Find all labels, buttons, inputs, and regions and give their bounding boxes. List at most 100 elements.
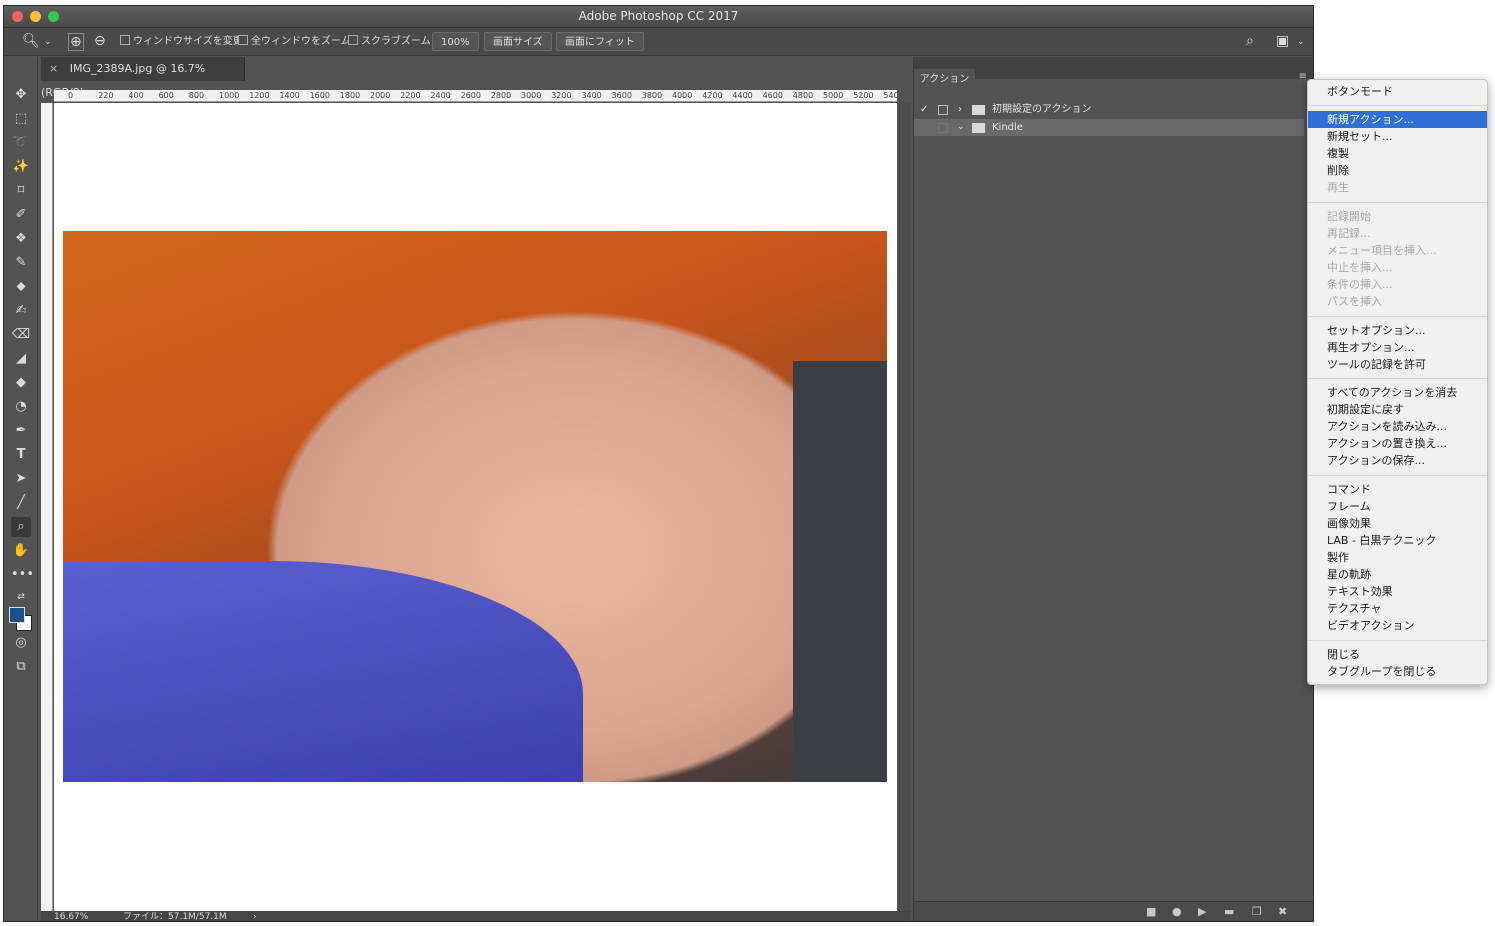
blur-tool-icon[interactable]: ◆ xyxy=(11,373,31,393)
play-icon[interactable]: ▶ xyxy=(1198,905,1206,918)
expand-chevron-icon[interactable]: › xyxy=(958,101,962,118)
fit-screen-size-button[interactable]: 画面サイズ xyxy=(484,32,552,51)
panel-menu-icon[interactable]: ≡ xyxy=(1299,71,1307,82)
record-icon[interactable]: ● xyxy=(1172,905,1182,918)
menu-item-play: 再生 xyxy=(1327,181,1349,194)
document-canvas[interactable] xyxy=(54,103,897,911)
menu-item-close[interactable]: 閉じる xyxy=(1308,646,1487,663)
menu-item-button-mode[interactable]: ボタンモード xyxy=(1308,83,1487,100)
menu-item-image-effects[interactable]: 画像効果 xyxy=(1308,515,1487,532)
menu-item-save-actions[interactable]: アクションの保存... xyxy=(1308,452,1487,469)
menu-item-duplicate[interactable]: 複製 xyxy=(1308,145,1487,162)
zoom-all-checkbox[interactable]: 全ウィンドウをズーム xyxy=(238,32,351,51)
toolbar: ✥ ⬚ ➰ ✨ ⌑ ✐ ❖ ✎ ⬥ ✍ ⌫ ◢ ◆ ◔ ✒ T ➤ ╱ ⌕ ✋ … xyxy=(4,57,38,921)
menu-item-star-trails[interactable]: 星の軌跡 xyxy=(1308,566,1487,583)
clone-stamp-tool-icon[interactable]: ⬥ xyxy=(11,277,31,297)
healing-brush-tool-icon[interactable]: ❖ xyxy=(11,229,31,249)
type-tool-icon[interactable]: T xyxy=(11,445,31,465)
menu-item-set-options[interactable]: セットオプション... xyxy=(1308,322,1487,339)
search-icon[interactable]: ⌕ xyxy=(1246,34,1254,48)
lasso-tool-icon[interactable]: ➰ xyxy=(11,133,31,153)
menu-item-reset-actions[interactable]: 初期設定に戻す xyxy=(1308,401,1487,418)
check-icon[interactable]: ✓ xyxy=(920,101,928,118)
panel-footer: ■ ● ▶ ▬ ❐ ✖ xyxy=(914,901,1313,921)
history-brush-tool-icon[interactable]: ✍ xyxy=(11,301,31,321)
fit-screen-button[interactable]: 画面にフィット xyxy=(556,32,644,51)
menu-item-replace-actions[interactable]: アクションの置き換え... xyxy=(1308,435,1487,452)
zoom-tool-icon[interactable]: ⌕ xyxy=(11,517,31,537)
ruler-tick-label: 4200 xyxy=(702,91,723,100)
pen-tool-icon[interactable]: ✒ xyxy=(11,421,31,441)
chevron-down-icon[interactable]: ⌄ xyxy=(44,35,52,49)
hand-tool-icon[interactable]: ✋ xyxy=(11,541,31,561)
jacket-area xyxy=(63,561,583,782)
eyedropper-tool-icon[interactable]: ✐ xyxy=(11,205,31,225)
menu-item-video-actions[interactable]: ビデオアクション xyxy=(1308,617,1487,634)
brush-tool-icon[interactable]: ✎ xyxy=(11,253,31,273)
menu-item-frames[interactable]: フレーム xyxy=(1308,498,1487,515)
zoom-100-button[interactable]: 100% xyxy=(432,32,479,51)
document-area: × IMG_2389A.jpg @ 16.7% (RGB/8) 0 220 400 6… xyxy=(41,57,910,921)
status-chevron-icon[interactable]: › xyxy=(253,911,257,921)
actions-panel-menu: ボタンモード 新規アクション... 新規セット... 複製 削除 再生 記録開始… xyxy=(1307,79,1488,685)
menu-item-new-set[interactable]: 新規セット... xyxy=(1308,128,1487,145)
dialog-toggle-icon[interactable] xyxy=(938,123,948,133)
vertical-scrollbar[interactable] xyxy=(898,103,910,911)
ruler-tick-label: 1000 xyxy=(219,91,240,100)
eraser-tool-icon[interactable]: ⌫ xyxy=(11,325,31,345)
horizontal-ruler: 0 220 400 600 800 1000 1200 1400 1600 1800 2000 220… xyxy=(54,90,897,102)
crop-tool-icon[interactable]: ⌑ xyxy=(11,181,31,201)
ruler-tick-label: 1400 xyxy=(279,91,300,100)
new-action-icon[interactable]: ❐ xyxy=(1252,905,1262,918)
magic-wand-tool-icon[interactable]: ✨ xyxy=(11,157,31,177)
menu-separator xyxy=(1308,475,1487,476)
workspace-chevron-icon[interactable]: ⌄ xyxy=(1297,35,1305,49)
menu-item-commands[interactable]: コマンド xyxy=(1308,481,1487,498)
menu-item-text-effects[interactable]: テキスト効果 xyxy=(1308,583,1487,600)
action-set-row[interactable]: ✓ › 初期設定のアクション xyxy=(914,101,1304,118)
trash-icon[interactable]: ✖ xyxy=(1278,905,1287,918)
line-tool-icon[interactable]: ╱ xyxy=(11,493,31,513)
menu-item-new-action[interactable]: 新規アクション... xyxy=(1308,111,1487,128)
zoom-status[interactable]: 16.67% xyxy=(54,911,88,921)
new-set-folder-icon[interactable]: ▬ xyxy=(1224,905,1234,918)
tab-actions[interactable]: アクション xyxy=(914,69,975,91)
menu-item-allow-tool-recording[interactable]: ツールの記録を許可 xyxy=(1308,356,1487,373)
more-tools-icon[interactable]: ••• xyxy=(11,565,34,585)
swap-colors-icon[interactable]: ⇄ xyxy=(11,587,31,607)
marquee-tool-icon[interactable]: ⬚ xyxy=(11,109,31,129)
quick-mask-icon[interactable]: ◎ xyxy=(11,633,31,653)
menu-item-production[interactable]: 製作 xyxy=(1308,549,1487,566)
menu-item-load-actions[interactable]: アクションを読み込み... xyxy=(1308,418,1487,435)
vertical-ruler xyxy=(41,103,53,911)
menu-item-lab-bw[interactable]: LAB - 白黒テクニック xyxy=(1308,532,1487,549)
menu-item-textures[interactable]: テクスチャ xyxy=(1308,600,1487,617)
close-tab-icon[interactable]: × xyxy=(49,62,58,75)
path-selection-tool-icon[interactable]: ➤ xyxy=(11,469,31,489)
resize-windows-checkbox[interactable]: ウィンドウサイズを変更 xyxy=(120,32,243,51)
workspace-icon[interactable]: ▣ xyxy=(1276,34,1289,48)
menu-item-playback-options[interactable]: 再生オプション... xyxy=(1308,339,1487,356)
document-tab[interactable]: × IMG_2389A.jpg @ 16.7% (RGB/8) xyxy=(41,57,245,99)
zoom-in-icon[interactable]: ⊕ xyxy=(68,33,84,51)
scrubby-zoom-checkbox[interactable]: スクラブズーム xyxy=(348,32,431,51)
dodge-tool-icon[interactable]: ◔ xyxy=(11,397,31,417)
menu-item-clear-all-actions[interactable]: すべてのアクションを消去 xyxy=(1308,384,1487,401)
ruler-tick-label: 5000 xyxy=(823,91,844,100)
ruler-tick-label: 3200 xyxy=(551,91,572,100)
collapse-chevron-icon[interactable]: ⌄ xyxy=(957,119,965,136)
zoom-tool-preset-icon[interactable]: 🔍︎ xyxy=(22,34,40,48)
menu-item-delete[interactable]: 削除 xyxy=(1308,162,1487,179)
dialog-toggle-icon[interactable] xyxy=(938,105,948,115)
menu-item-insert-stop: 中止を挿入... xyxy=(1327,261,1393,274)
foreground-color-swatch[interactable] xyxy=(9,607,25,623)
ruler-tick-label: 3000 xyxy=(521,91,542,100)
menu-item-close-tab-group[interactable]: タブグループを閉じる xyxy=(1308,663,1487,680)
screen-mode-icon[interactable]: ⧉ xyxy=(11,657,31,677)
menu-item-insert-conditional: 条件の挿入... xyxy=(1327,278,1393,291)
action-set-row[interactable]: ⌄ Kindle xyxy=(914,119,1304,136)
zoom-out-icon[interactable]: ⊖ xyxy=(94,34,106,48)
stop-icon[interactable]: ■ xyxy=(1146,905,1156,918)
move-tool-icon[interactable]: ✥ xyxy=(11,85,31,105)
paint-bucket-tool-icon[interactable]: ◢ xyxy=(11,349,31,369)
